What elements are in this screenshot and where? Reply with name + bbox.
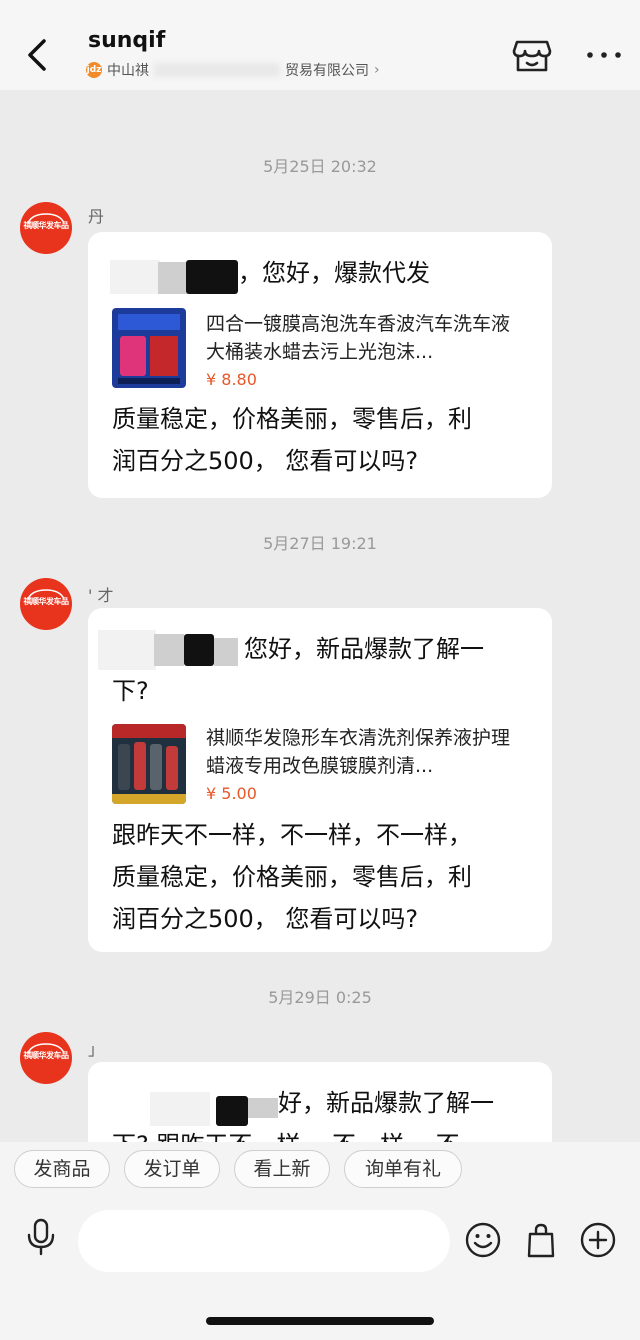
product-price: ¥ 5.00 [206,784,257,803]
greeting-text: ，您好，爆款代发 [238,259,430,287]
redacted-blur [214,638,238,666]
redacted-block [186,260,238,294]
redacted-block [184,634,214,666]
message-bubble[interactable]: 您好，新品爆款了解一 下? 祺顺华发隐形车衣清洗剂保养液护理蜡液专用改色膜镀膜剂… [88,608,552,952]
redacted-blur [248,1098,278,1118]
message-bubble[interactable]: ，您好，爆款代发 四合一镀膜高泡洗车香波汽车洗车液大桶装水蜡去污上光泡沫... … [88,232,552,498]
avatar-label: 祺顺华发车品 [23,597,70,606]
message-line: 质量稳定，价格美丽，零售后，利 [112,405,472,433]
greeting-text: 好，新品爆款了解一 [278,1089,494,1117]
shop-name-suffix: 贸易有限公司 [285,63,369,79]
avatar-label: 祺顺华发车品 [23,1051,70,1060]
chevron-right-icon: › [374,62,380,78]
shopping-bag-icon[interactable] [526,1222,556,1258]
store-icon[interactable] [512,38,552,74]
product-price: ¥ 8.80 [206,370,257,389]
sender-name: 丹 [88,207,105,226]
avatar[interactable]: 祺顺华发车品 [20,1032,72,1084]
timestamp: 5月25日 20:32 [263,157,377,176]
shop-link[interactable]: jdz 中山祺 贸易有限公司 › [86,60,380,80]
home-indicator [206,1317,434,1325]
message-input[interactable] [78,1210,450,1272]
timestamp: 5月27日 19:21 [263,534,377,553]
more-options-icon[interactable] [586,50,622,60]
greeting-text: 您好，新品爆款了解一 [244,635,484,663]
chat-title[interactable]: sunqif [88,28,165,53]
message-line: 跟昨天不一样，不一样，不一样， [112,821,472,849]
product-title[interactable]: 祺顺华发隐形车衣清洗剂保养液护理蜡液专用改色膜镀膜剂清... [206,724,524,780]
quick-action-send-order[interactable]: 发订单 [124,1150,220,1188]
sender-name: 」 [88,1040,105,1059]
greeting-text: 下? [112,677,149,705]
microphone-icon[interactable] [24,1218,58,1256]
redacted-blur [98,630,156,670]
redacted-blur [154,634,184,666]
redacted-blur [154,63,280,77]
message-line: 润百分之500， 您看可以吗? [112,447,419,475]
greeting-text: 下? 跟昨天不一样， 不一样， 不一 [112,1124,484,1142]
avatar-label: 祺顺华发车品 [23,221,70,230]
sender-name: ' 才 [88,586,114,605]
avatar[interactable]: 祺顺华发车品 [20,578,72,630]
product-image[interactable] [112,308,186,388]
redacted-blur [110,260,160,294]
back-arrow-icon[interactable] [24,38,52,72]
redacted-blur [150,1092,210,1126]
quick-action-inquiry-gift[interactable]: 询单有礼 [344,1150,462,1188]
message-line: 质量稳定，价格美丽，零售后，利 [112,863,472,891]
quick-action-new-arrivals[interactable]: 看上新 [234,1150,330,1188]
message-bubble[interactable]: 好，新品爆款了解一 下? 跟昨天不一样， 不一样， 不一 [88,1062,552,1142]
message-line: 润百分之500， 您看可以吗? [112,905,419,933]
plus-icon[interactable] [580,1222,616,1258]
redacted-blur [158,262,188,294]
shop-badge-icon: jdz [86,62,102,78]
emoji-icon[interactable] [465,1222,501,1258]
product-image[interactable] [112,724,186,804]
avatar[interactable]: 祺顺华发车品 [20,202,72,254]
redacted-block [216,1096,248,1126]
shop-name-prefix: 中山祺 [107,63,149,79]
product-title[interactable]: 四合一镀膜高泡洗车香波汽车洗车液大桶装水蜡去污上光泡沫... [206,310,524,366]
quick-action-send-product[interactable]: 发商品 [14,1150,110,1188]
chat-header: sunqif jdz 中山祺 贸易有限公司 › [0,0,640,90]
quick-actions-bar: 发商品 发订单 看上新 询单有礼 [0,1142,640,1196]
timestamp: 5月29日 0:25 [268,988,372,1007]
